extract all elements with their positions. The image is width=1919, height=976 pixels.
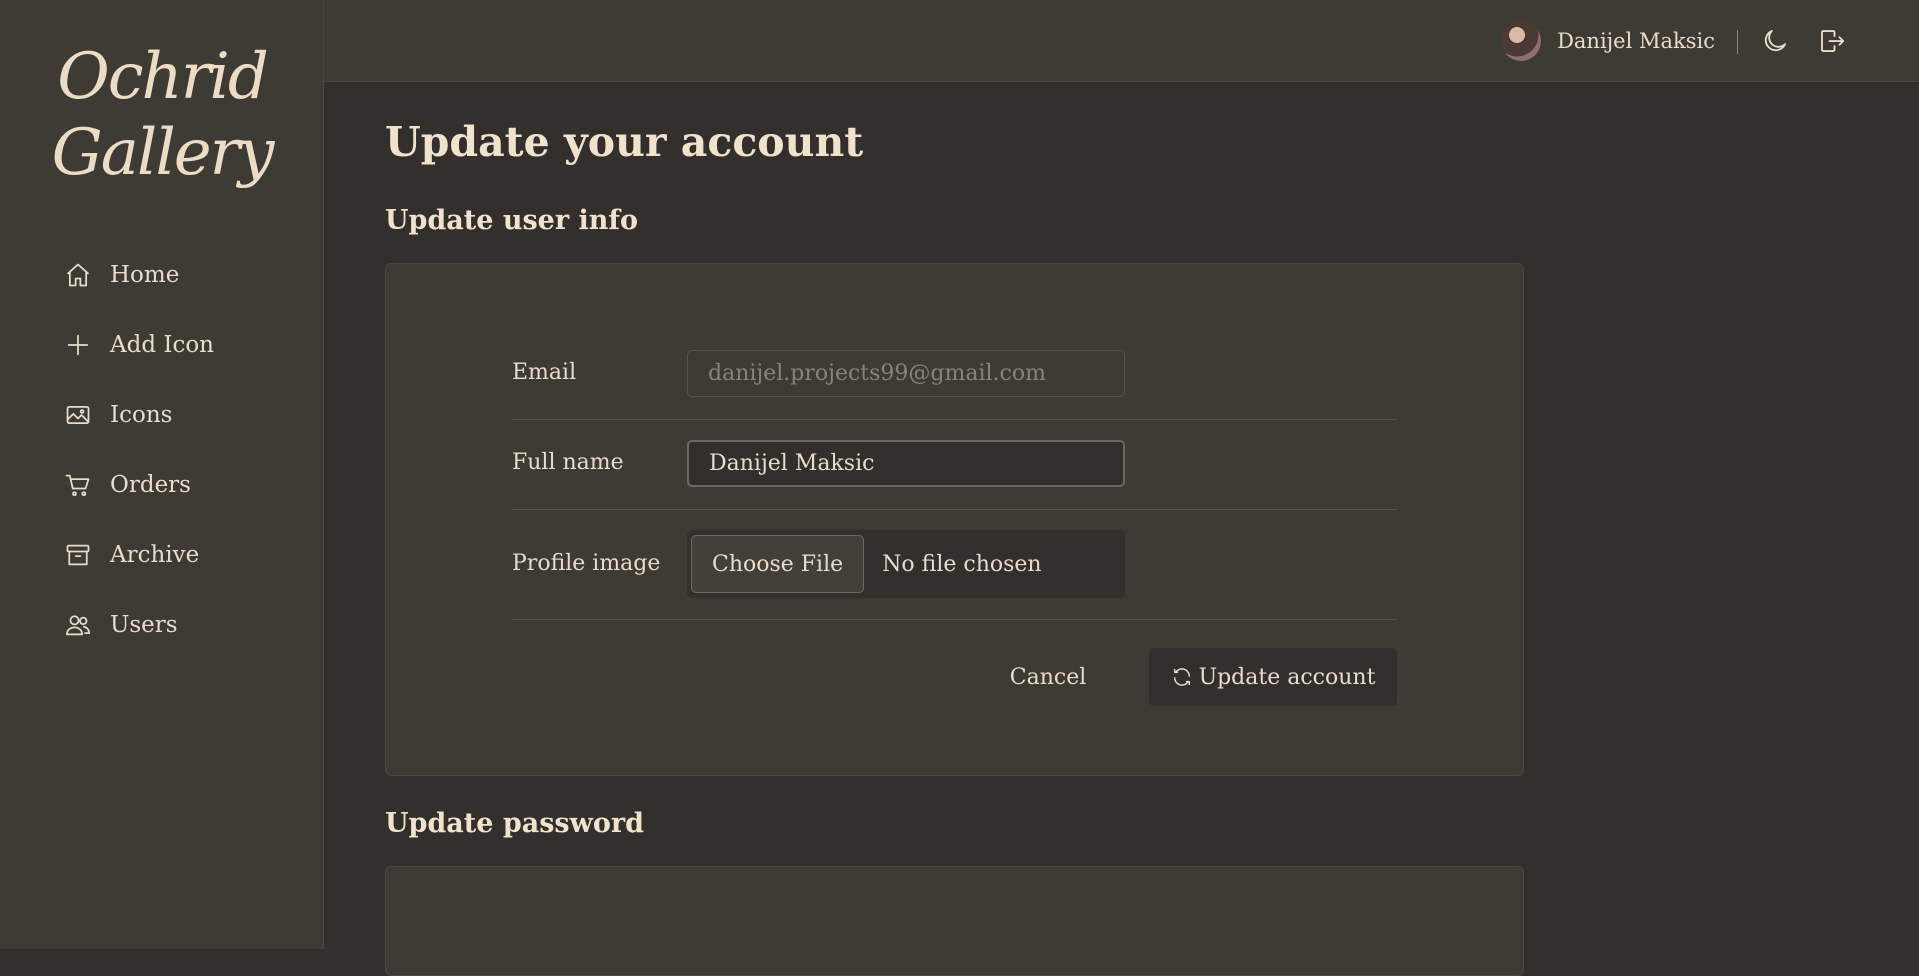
cart-icon	[65, 474, 90, 497]
moon-icon[interactable]	[1760, 26, 1790, 56]
sidebar-item-label: Users	[110, 612, 178, 638]
update-account-button[interactable]: Update account	[1149, 648, 1397, 706]
fullname-field[interactable]: Danijel Maksic	[687, 440, 1125, 487]
section-title-user-info: Update user info	[385, 205, 638, 236]
sidebar-item-label: Home	[110, 262, 180, 288]
update-account-label: Update account	[1198, 664, 1376, 690]
user-menu[interactable]: Danijel Maksic	[1501, 21, 1715, 61]
logo-line-2[interactable]: Gallery	[0, 116, 324, 190]
password-card	[385, 866, 1524, 976]
plus-icon	[67, 334, 89, 356]
sidebar-item-label: Add Icon	[110, 332, 214, 358]
avatar[interactable]	[1501, 21, 1542, 61]
archive-icon	[66, 544, 90, 566]
refresh-icon	[1173, 668, 1190, 686]
profile-image-input[interactable]: Choose File No file chosen	[687, 530, 1125, 598]
user-name: Danijel Maksic	[1557, 29, 1715, 53]
row-divider	[512, 619, 1397, 620]
row-divider	[512, 509, 1397, 510]
row-divider	[512, 419, 1397, 420]
section-title-password: Update password	[385, 808, 644, 839]
page-title: Update your account	[385, 118, 864, 166]
sidebar-item-orders[interactable]: Orders	[64, 450, 284, 520]
logout-icon[interactable]	[1817, 26, 1847, 56]
choose-file-button[interactable]: Choose File	[691, 535, 865, 593]
home-icon	[66, 263, 90, 287]
users-icon	[66, 615, 90, 636]
sidebar-item-home[interactable]: Home	[64, 240, 284, 310]
sidebar-item-users[interactable]: Users	[64, 590, 284, 660]
logo-line-1[interactable]: Ochrid	[0, 40, 324, 114]
sidebar-item-label: Orders	[110, 472, 191, 498]
file-status: No file chosen	[882, 551, 1042, 577]
email-field: danijel.projects99@gmail.com	[687, 350, 1125, 397]
image-icon	[66, 405, 90, 425]
email-label: Email	[512, 360, 577, 385]
sidebar-item-label: Archive	[110, 542, 200, 568]
sidebar-item-archive[interactable]: Archive	[64, 520, 284, 590]
sidebar-item-add-icon[interactable]: Add Icon	[64, 310, 284, 380]
cancel-button[interactable]: Cancel	[1000, 648, 1096, 706]
sidebar-item-icons[interactable]: Icons	[64, 380, 284, 450]
profile-image-label: Profile image	[512, 551, 661, 576]
sidebar: Ochrid Gallery Home Add Icon Icons Order…	[0, 0, 324, 949]
header-divider	[1737, 30, 1738, 54]
sidebar-nav: Home Add Icon Icons Orders Archive Users	[64, 240, 284, 660]
fullname-label: Full name	[512, 450, 624, 475]
sidebar-item-label: Icons	[110, 402, 173, 428]
